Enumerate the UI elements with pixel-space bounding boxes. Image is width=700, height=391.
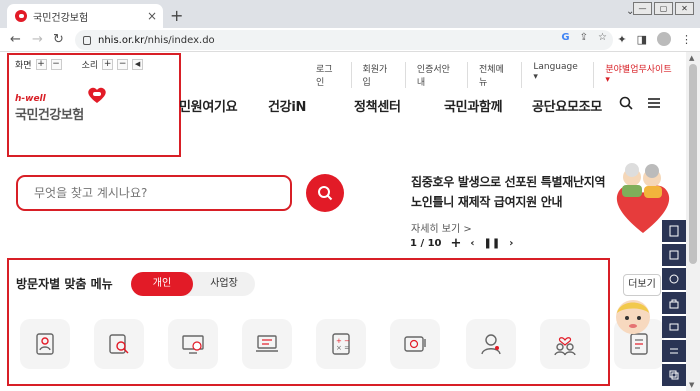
gnb-item-together[interactable]: 국민과함께 [444, 96, 503, 115]
quick-print-icon[interactable] [662, 244, 686, 266]
highlight-box-visitor-menu [7, 258, 610, 386]
share-icon[interactable]: ⇪ [580, 32, 588, 43]
search-button[interactable] [306, 174, 344, 212]
page-scrollbar[interactable]: ▲ ▼ [686, 52, 700, 391]
close-window-button[interactable]: ✕ [675, 2, 694, 15]
banner-plus-button[interactable]: + [451, 236, 462, 251]
gnb-item-health-in[interactable]: 건강iN [268, 96, 306, 115]
quick-phone-icon[interactable] [662, 268, 686, 290]
banner-prev-icon[interactable]: ‹ [470, 238, 474, 249]
profile-avatar[interactable] [657, 32, 671, 46]
news-headline-2[interactable]: 노인틀니 재제작 급여지원 안내 [411, 192, 605, 212]
sidepanel-icon[interactable]: ◨ [637, 33, 647, 46]
url-text: nhis.or.kr/nhis/index.do [98, 34, 215, 46]
quick-menu-bar [662, 220, 686, 388]
scroll-down-icon[interactable]: ▼ [689, 381, 694, 389]
gnb-item-policy[interactable]: 정책센터 [354, 96, 401, 115]
extensions-icon[interactable]: ✦ [617, 33, 626, 46]
mascot-character[interactable] [612, 295, 654, 335]
quick-copy-icon[interactable] [662, 364, 686, 386]
maximize-button[interactable]: ▢ [654, 2, 673, 15]
all-menu-link[interactable]: 전체메뉴 [468, 62, 523, 88]
window-controls: — ▢ ✕ [633, 2, 694, 15]
quick-lock-icon[interactable] [662, 292, 686, 314]
bookmark-star-icon[interactable]: ☆ [598, 32, 607, 43]
banner-page-indicator: 1 / 10 [410, 238, 442, 249]
scroll-thumb[interactable] [689, 64, 697, 264]
browser-toolbar: ← → ↻ nhis.or.kr/nhis/index.do G ⇪ ☆ ✦ ◨… [0, 28, 700, 52]
search-icon [318, 186, 333, 201]
quick-list-icon[interactable] [662, 340, 686, 362]
banner-pager: 1 / 10 + ‹ ❚❚ › [410, 236, 513, 251]
gnb-icons [619, 96, 661, 110]
login-link[interactable]: 로그인 [305, 62, 352, 88]
new-tab-button[interactable]: + [170, 6, 183, 25]
favicon-icon [15, 10, 27, 22]
utility-menu: 로그인 회원가입 인증서안내 전체메뉴 Language ▾ 분야별업무사이트 … [305, 62, 686, 88]
signup-link[interactable]: 회원가입 [352, 62, 406, 88]
menu-dots-icon[interactable]: ⋮ [681, 33, 692, 46]
cert-guide-link[interactable]: 인증서안내 [406, 62, 469, 88]
quick-card-icon[interactable] [662, 316, 686, 338]
quick-doc-icon[interactable] [662, 220, 686, 242]
scroll-up-icon[interactable]: ▲ [689, 54, 694, 62]
back-icon[interactable]: ← [10, 32, 21, 47]
address-bar[interactable]: nhis.or.kr/nhis/index.do G ⇪ ☆ [75, 30, 613, 50]
close-tab-button[interactable]: × [147, 9, 157, 23]
minimize-button[interactable]: — [633, 2, 652, 15]
news-more-link[interactable]: 자세히 보기 > [411, 220, 605, 235]
reload-icon[interactable]: ↻ [53, 32, 64, 47]
forward-icon[interactable]: → [32, 32, 43, 47]
hamburger-menu-icon[interactable] [647, 96, 661, 110]
google-icon[interactable]: G [561, 32, 569, 43]
banner-next-icon[interactable]: › [509, 238, 513, 249]
highlight-box-header [7, 53, 181, 157]
tab-title: 국민건강보험 [33, 12, 89, 24]
site-search-field[interactable] [16, 175, 292, 211]
toolbar-right: ✦ ◨ ⋮ [617, 32, 692, 46]
news-headline-1[interactable]: 집중호우 발생으로 선포된 특별재난지역 [411, 172, 606, 192]
search-icon[interactable] [619, 96, 633, 110]
web-page: 화면 + − 소리 + − ◀ h-well 국민건강보험 로그인 회원가입 인… [0, 52, 686, 391]
browser-tab[interactable]: 국민건강보험 × [7, 4, 163, 28]
search-input[interactable] [34, 186, 264, 200]
tab-strip: 국민건강보험 × + ⌄ — ▢ ✕ [0, 0, 700, 28]
omnibox-icons: G ⇪ ☆ [561, 32, 607, 43]
gnb-item-minwon[interactable]: 민원여기요 [179, 96, 238, 115]
gnb-item-about[interactable]: 공단요모조모 [532, 96, 602, 115]
news-banner: 집중호우 발생으로 선포된 특별재난지역 노인틀니 재제작 급여지원 안내 자세… [411, 172, 606, 235]
field-sites-select[interactable]: 분야별업무사이트 ▾ [594, 62, 686, 88]
language-select[interactable]: Language ▾ [522, 62, 595, 88]
banner-pause-icon[interactable]: ❚❚ [484, 238, 501, 249]
browser-window: 국민건강보험 × + ⌄ — ▢ ✕ ← → ↻ nhis.or.kr/nhis… [0, 0, 700, 391]
lock-icon [83, 35, 91, 45]
more-button[interactable]: 더보기 [623, 274, 661, 296]
